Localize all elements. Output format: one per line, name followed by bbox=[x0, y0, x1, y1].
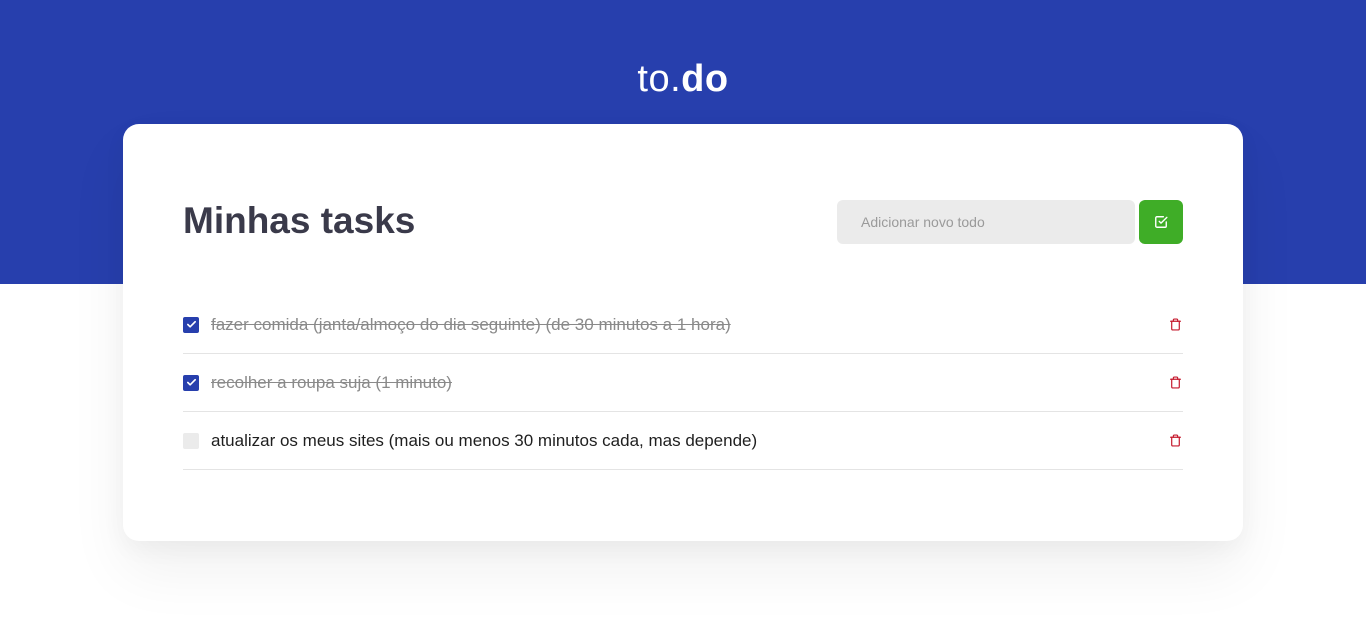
add-todo-button[interactable] bbox=[1139, 200, 1183, 244]
delete-task-button[interactable] bbox=[1167, 433, 1183, 449]
trash-icon bbox=[1169, 318, 1181, 331]
trash-icon bbox=[1169, 434, 1181, 447]
delete-task-button[interactable] bbox=[1167, 317, 1183, 333]
check-square-icon bbox=[1155, 216, 1168, 228]
task-row: fazer comida (janta/almoço do dia seguin… bbox=[183, 296, 1183, 354]
task-row: atualizar os meus sites (mais ou menos 3… bbox=[183, 412, 1183, 470]
check-icon bbox=[186, 378, 196, 386]
task-row: recolher a roupa suja (1 minuto) bbox=[183, 354, 1183, 412]
task-checkbox[interactable] bbox=[183, 432, 199, 449]
task-text: recolher a roupa suja (1 minuto) bbox=[211, 372, 452, 392]
task-list: fazer comida (janta/almoço do dia seguin… bbox=[183, 296, 1183, 470]
app-logo: to.do bbox=[0, 58, 1366, 101]
trash-icon bbox=[1169, 376, 1181, 389]
logo-light: to. bbox=[637, 58, 682, 100]
task-text: fazer comida (janta/almoço do dia seguin… bbox=[211, 314, 731, 334]
logo-bold: do bbox=[681, 58, 729, 100]
new-todo-input[interactable] bbox=[837, 200, 1135, 244]
task-checkbox[interactable] bbox=[183, 374, 199, 391]
task-text: atualizar os meus sites (mais ou menos 3… bbox=[211, 430, 758, 450]
page-title: Minhas tasks bbox=[183, 200, 416, 241]
todo-card: Minhas tasks fazer comida (janta/almoço … bbox=[123, 124, 1243, 541]
delete-task-button[interactable] bbox=[1167, 375, 1183, 391]
check-icon bbox=[186, 320, 196, 328]
task-checkbox[interactable] bbox=[183, 316, 199, 333]
